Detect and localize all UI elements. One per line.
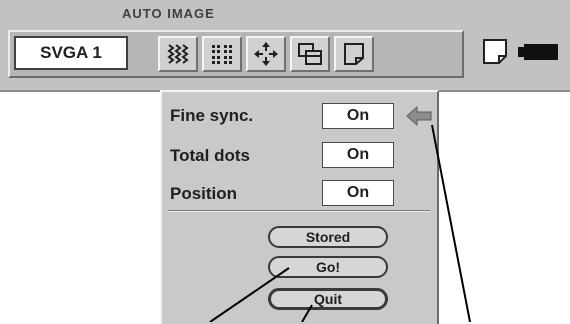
page-icon[interactable]	[334, 36, 374, 72]
window-overlap-icon[interactable]	[290, 36, 330, 72]
checkerboard-pattern-icon[interactable]	[158, 36, 198, 72]
total-dots-label: Total dots	[170, 146, 250, 165]
divider	[168, 210, 430, 212]
extra-tools	[466, 30, 570, 78]
go-button[interactable]: Go!	[268, 256, 388, 278]
total-dots-value[interactable]: On	[322, 142, 394, 168]
fine-sync-value[interactable]: On	[322, 103, 394, 129]
toolbar-title: AUTO IMAGE	[122, 6, 215, 21]
position-arrows-icon[interactable]	[246, 36, 286, 72]
position-label: Position	[170, 184, 238, 203]
fine-sync-label: Fine sync.	[170, 106, 254, 125]
position-value[interactable]: On	[322, 180, 394, 206]
page-outline-icon	[483, 39, 507, 64]
dot-grid-icon[interactable]	[202, 36, 242, 72]
mode-selector[interactable]: SVGA 1	[14, 36, 128, 70]
quit-button[interactable]: Quit	[268, 288, 388, 310]
projector-icon	[524, 44, 558, 60]
arrow-left-icon	[405, 105, 433, 127]
stored-button[interactable]: Stored	[268, 226, 388, 248]
